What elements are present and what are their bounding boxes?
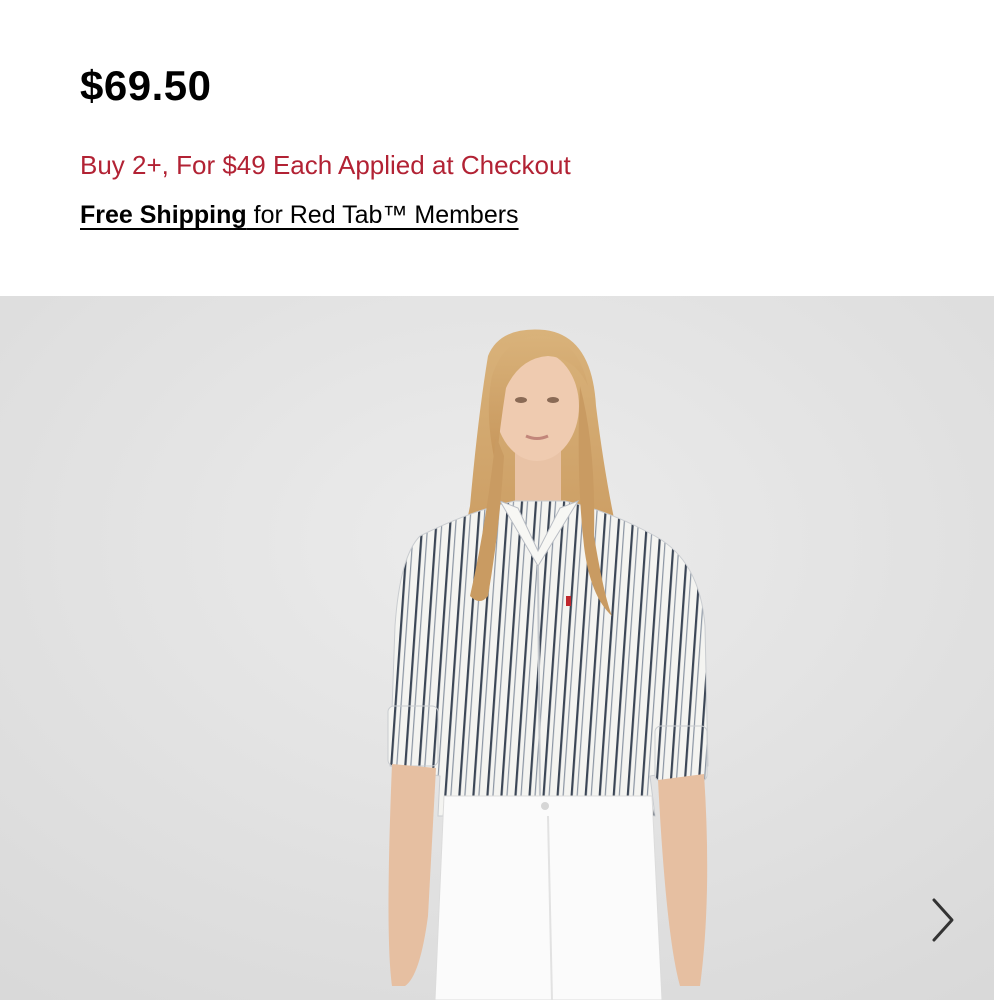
free-shipping-label: Free Shipping — [80, 201, 247, 229]
promo-text: Buy 2+, For $49 Each Applied at Checkout — [80, 150, 571, 180]
product-price: $69.50 — [80, 62, 212, 109]
shipping-members-label: for Red Tab™ Members — [246, 201, 519, 229]
chevron-right-icon[interactable] — [922, 896, 962, 944]
free-shipping-link[interactable]: Free Shipping for Red Tab™ Members — [80, 201, 519, 230]
product-page: $69.50 Buy 2+, For $49 Each Applied at C… — [0, 0, 1000, 1000]
product-info: $69.50 Buy 2+, For $49 Each Applied at C… — [0, 0, 1000, 296]
page-edge — [994, 296, 1000, 1000]
product-photo — [0, 296, 994, 1000]
product-image-gallery[interactable] — [0, 296, 994, 1000]
